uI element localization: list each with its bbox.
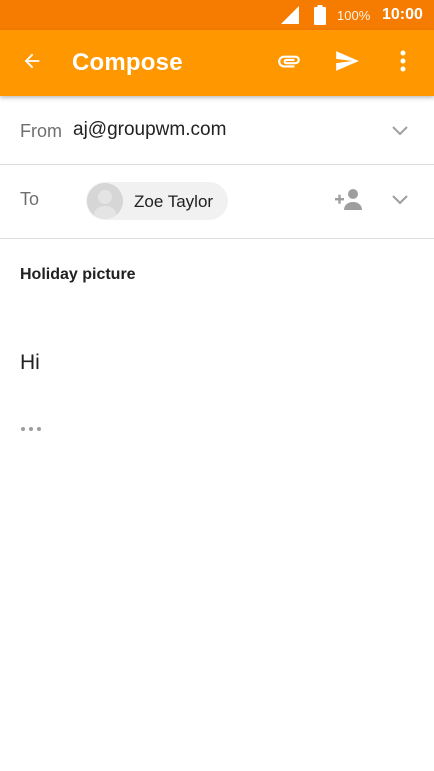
app-bar: Compose bbox=[0, 30, 434, 96]
more-horiz-icon bbox=[20, 419, 42, 437]
battery-icon bbox=[314, 5, 326, 30]
to-row[interactable]: To Zoe Taylor bbox=[0, 165, 434, 238]
message-body[interactable]: Hi bbox=[20, 351, 40, 375]
chevron-down-icon[interactable] bbox=[390, 120, 410, 140]
divider bbox=[0, 238, 434, 239]
compose-screen: 100% 10:00 Compose From aj@groupwm.com T… bbox=[0, 0, 434, 771]
attach-button[interactable] bbox=[270, 45, 308, 81]
send-icon bbox=[334, 48, 360, 79]
battery-percentage: 100% bbox=[337, 8, 371, 23]
person-add-icon bbox=[334, 188, 364, 215]
avatar bbox=[87, 183, 123, 219]
page-title: Compose bbox=[72, 49, 183, 76]
more-options-button[interactable] bbox=[390, 45, 416, 81]
back-arrow-icon bbox=[21, 50, 43, 77]
paperclip-icon bbox=[276, 48, 302, 79]
recipient-chip[interactable]: Zoe Taylor bbox=[86, 182, 228, 220]
from-row[interactable]: From aj@groupwm.com bbox=[0, 96, 434, 164]
subject-field[interactable]: Holiday picture bbox=[20, 266, 136, 284]
more-vert-icon bbox=[399, 49, 407, 78]
send-button[interactable] bbox=[328, 45, 366, 81]
signal-icon bbox=[281, 6, 299, 29]
recipient-name: Zoe Taylor bbox=[134, 192, 214, 211]
show-quoted-text-button[interactable] bbox=[20, 418, 50, 438]
from-label: From bbox=[20, 121, 62, 141]
status-bar: 100% 10:00 bbox=[0, 0, 434, 30]
add-contact-button[interactable] bbox=[334, 188, 364, 215]
to-label: To bbox=[20, 189, 40, 209]
chevron-down-icon[interactable] bbox=[390, 189, 410, 209]
status-time: 10:00 bbox=[382, 6, 423, 23]
from-address[interactable]: aj@groupwm.com bbox=[73, 119, 226, 141]
back-button[interactable] bbox=[14, 45, 50, 81]
